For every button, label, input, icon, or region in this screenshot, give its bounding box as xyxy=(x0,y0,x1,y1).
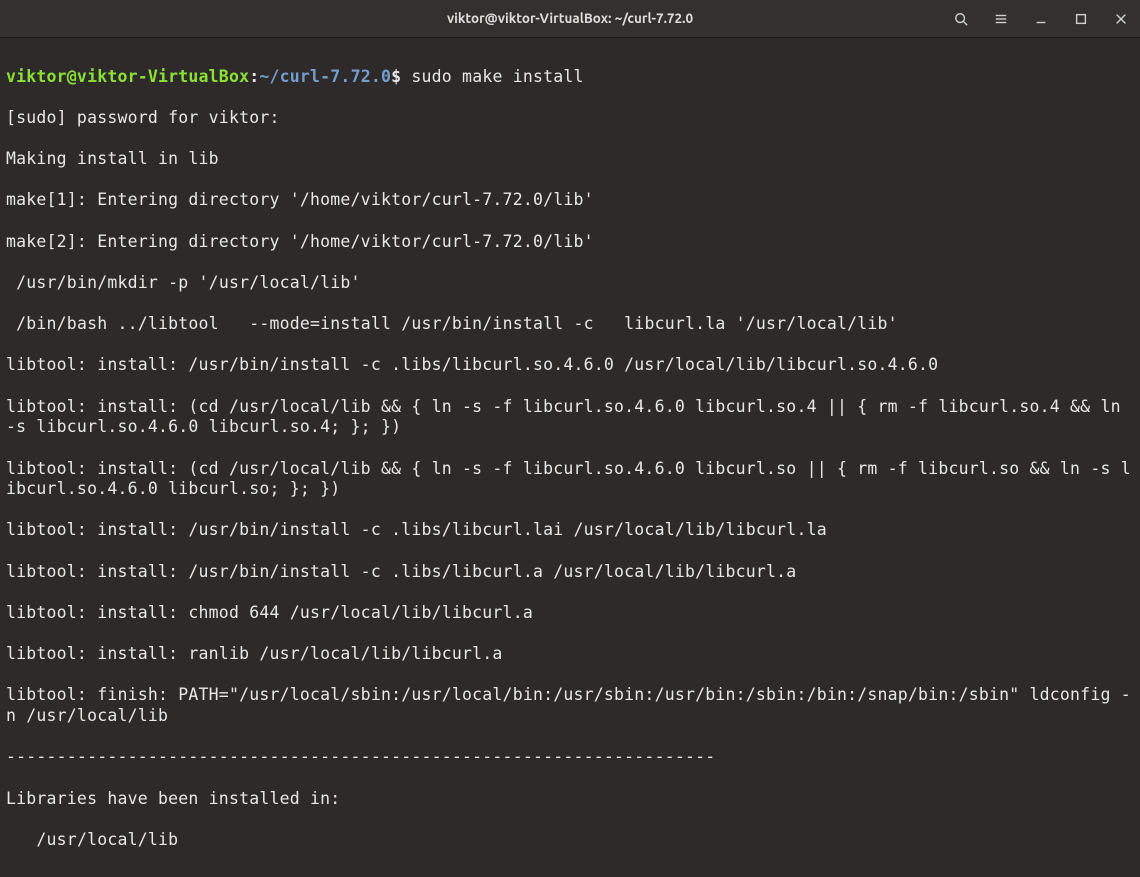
menu-icon[interactable] xyxy=(990,8,1012,30)
output-divider: ----------------------------------------… xyxy=(6,747,1134,768)
output-line: libtool: install: (cd /usr/local/lib && … xyxy=(6,459,1134,500)
maximize-icon[interactable] xyxy=(1070,8,1092,30)
window-titlebar: viktor@viktor-VirtualBox: ~/curl-7.72.0 xyxy=(0,0,1140,38)
output-line: Making install in lib xyxy=(6,149,1134,170)
prompt-user-host: viktor@viktor-VirtualBox xyxy=(6,67,249,86)
command-text: sudo make install xyxy=(411,67,583,86)
output-line: make[2]: Entering directory '/home/vikto… xyxy=(6,232,1134,253)
prompt-symbol: $ xyxy=(391,67,401,86)
output-line: make[1]: Entering directory '/home/vikto… xyxy=(6,190,1134,211)
output-line: libtool: install: (cd /usr/local/lib && … xyxy=(6,397,1134,438)
close-icon[interactable] xyxy=(1110,8,1132,30)
output-line: /usr/local/lib xyxy=(6,830,1134,851)
output-line: libtool: install: /usr/bin/install -c .l… xyxy=(6,355,1134,376)
output-line: Libraries have been installed in: xyxy=(6,789,1134,810)
output-line: libtool: finish: PATH="/usr/local/sbin:/… xyxy=(6,685,1134,726)
prompt-path: ~/curl-7.72.0 xyxy=(259,67,391,86)
minimize-icon[interactable] xyxy=(1030,8,1052,30)
output-line: libtool: install: ranlib /usr/local/lib/… xyxy=(6,644,1134,665)
output-line: libtool: install: chmod 644 /usr/local/l… xyxy=(6,603,1134,624)
output-line: /bin/bash ../libtool --mode=install /usr… xyxy=(6,314,1134,335)
prompt-colon: : xyxy=(249,67,259,86)
prompt-line: viktor@viktor-VirtualBox:~/curl-7.72.0$ … xyxy=(6,67,1134,88)
search-icon[interactable] xyxy=(950,8,972,30)
output-line: libtool: install: /usr/bin/install -c .l… xyxy=(6,562,1134,583)
output-line: [sudo] password for viktor: xyxy=(6,108,1134,129)
terminal-output[interactable]: viktor@viktor-VirtualBox:~/curl-7.72.0$ … xyxy=(0,38,1140,877)
window-controls xyxy=(950,8,1132,30)
output-line: /usr/bin/mkdir -p '/usr/local/lib' xyxy=(6,273,1134,294)
output-line: libtool: install: /usr/bin/install -c .l… xyxy=(6,520,1134,541)
